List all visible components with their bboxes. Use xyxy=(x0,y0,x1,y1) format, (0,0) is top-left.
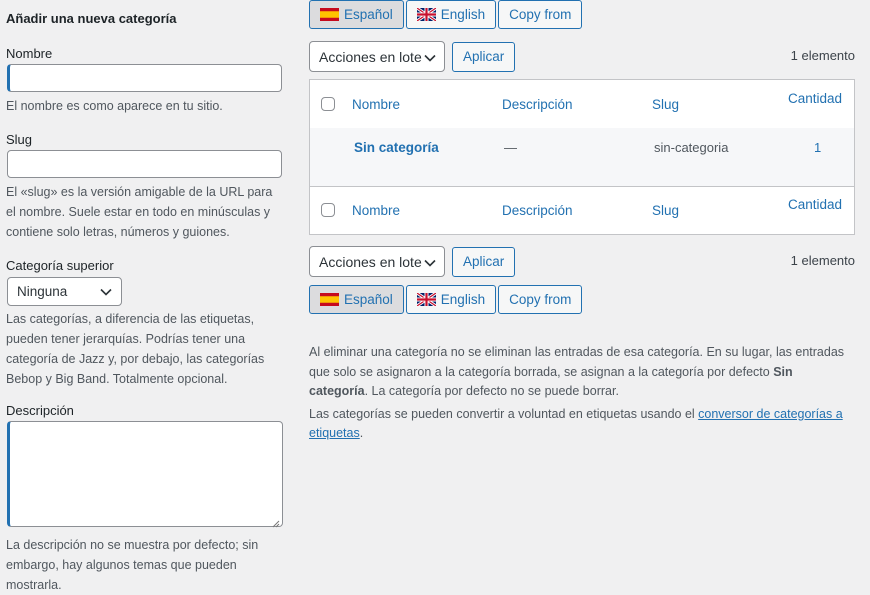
category-name-link[interactable]: Sin categoría xyxy=(354,140,439,155)
table-footer-row: Nombre Descripción Slug Cantidad xyxy=(310,186,854,234)
bulk-actions-top: Acciones en lote Aplicar xyxy=(309,41,516,72)
chevron-down-icon xyxy=(100,284,112,299)
table-row: Sin categoría — sin-categoria 1 xyxy=(310,128,854,187)
parent-help: Las categorías, a diferencia de las etiq… xyxy=(6,312,265,386)
convert-note: Las categorías se pueden convertir a vol… xyxy=(309,405,855,444)
lang-en-label-bottom: English xyxy=(440,292,486,307)
language-switcher-top: Español English Copy from xyxy=(309,0,583,29)
name-input[interactable] xyxy=(7,64,282,92)
bulk-actions-value-bottom: Acciones en lote xyxy=(319,253,422,270)
column-footer-slug[interactable]: Slug xyxy=(652,203,679,218)
column-footer-count[interactable]: Cantidad xyxy=(788,197,842,212)
select-all-checkbox[interactable] xyxy=(321,97,335,111)
lang-en-button-bottom[interactable]: English xyxy=(405,285,497,314)
categories-table: Nombre Descripción Slug Cantidad Sin cat… xyxy=(309,79,855,235)
delete-note: Al eliminar una categoría no se eliminan… xyxy=(309,343,855,402)
chevron-down-icon xyxy=(424,254,436,270)
category-slug: sin-categoria xyxy=(654,140,729,155)
chevron-down-icon xyxy=(424,49,436,65)
delete-note-tail: . La categoría por defecto no se puede b… xyxy=(364,384,619,398)
category-count-link[interactable]: 1 xyxy=(814,140,854,155)
category-notes: Al eliminar una categoría no se eliminan… xyxy=(309,343,855,447)
spain-flag-icon xyxy=(320,8,339,21)
parent-select[interactable]: Ninguna xyxy=(7,277,122,306)
description-label: Descripción xyxy=(6,403,74,418)
delete-note-text: Al eliminar una categoría no se eliminan… xyxy=(309,345,845,379)
column-header-slug[interactable]: Slug xyxy=(652,97,679,112)
copy-from-button-bottom[interactable]: Copy from xyxy=(498,285,583,314)
description-textarea[interactable] xyxy=(7,421,283,528)
convert-note-tail: . xyxy=(359,426,364,440)
uk-flag-icon xyxy=(415,6,437,23)
slug-help: El «slug» es la versión amigable de la U… xyxy=(6,185,273,239)
column-footer-description[interactable]: Descripción xyxy=(502,203,573,218)
column-header-description[interactable]: Descripción xyxy=(502,97,573,112)
convert-note-text: Las categorías se pueden convertir a vol… xyxy=(309,406,699,421)
lang-en-label: English xyxy=(440,7,486,22)
apply-button-bottom[interactable]: Aplicar xyxy=(452,246,516,277)
select-all-checkbox-footer[interactable] xyxy=(321,203,335,217)
lang-es-label-bottom: Español xyxy=(344,292,393,307)
lang-es-button[interactable]: Español xyxy=(309,0,404,29)
description-help: La descripción no se muestra por defecto… xyxy=(6,538,259,592)
uk-flag-icon xyxy=(415,291,437,308)
bulk-actions-select[interactable]: Acciones en lote xyxy=(309,41,445,72)
item-count-bottom: 1 elemento xyxy=(790,253,855,268)
name-label: Nombre xyxy=(6,46,53,61)
copy-from-button[interactable]: Copy from xyxy=(498,0,583,29)
bulk-actions-value: Acciones en lote xyxy=(319,48,422,65)
parent-select-value: Ninguna xyxy=(17,284,68,299)
bulk-actions-select-bottom[interactable]: Acciones en lote xyxy=(309,246,445,277)
form-heading: Añadir una nueva categoría xyxy=(6,11,177,26)
lang-es-button-bottom[interactable]: Español xyxy=(309,285,404,314)
parent-label: Categoría superior xyxy=(6,258,114,273)
column-header-count[interactable]: Cantidad xyxy=(788,91,842,106)
slug-label: Slug xyxy=(6,132,33,147)
spain-flag-icon xyxy=(320,293,339,306)
slug-input[interactable] xyxy=(7,150,282,178)
resize-grip-icon[interactable] xyxy=(272,516,280,528)
lang-es-label: Español xyxy=(344,7,393,22)
name-help: El nombre es como aparece en tu sitio. xyxy=(6,99,223,113)
lang-en-button[interactable]: English xyxy=(405,0,497,29)
bulk-actions-bottom: Acciones en lote Aplicar xyxy=(309,246,516,277)
table-header-row: Nombre Descripción Slug Cantidad xyxy=(310,80,854,129)
category-description: — xyxy=(504,140,517,155)
column-footer-name[interactable]: Nombre xyxy=(352,203,400,218)
apply-button[interactable]: Aplicar xyxy=(452,41,516,72)
item-count: 1 elemento xyxy=(790,48,855,63)
column-header-name[interactable]: Nombre xyxy=(352,97,400,112)
language-switcher-bottom: Español English Copy from xyxy=(309,285,583,314)
